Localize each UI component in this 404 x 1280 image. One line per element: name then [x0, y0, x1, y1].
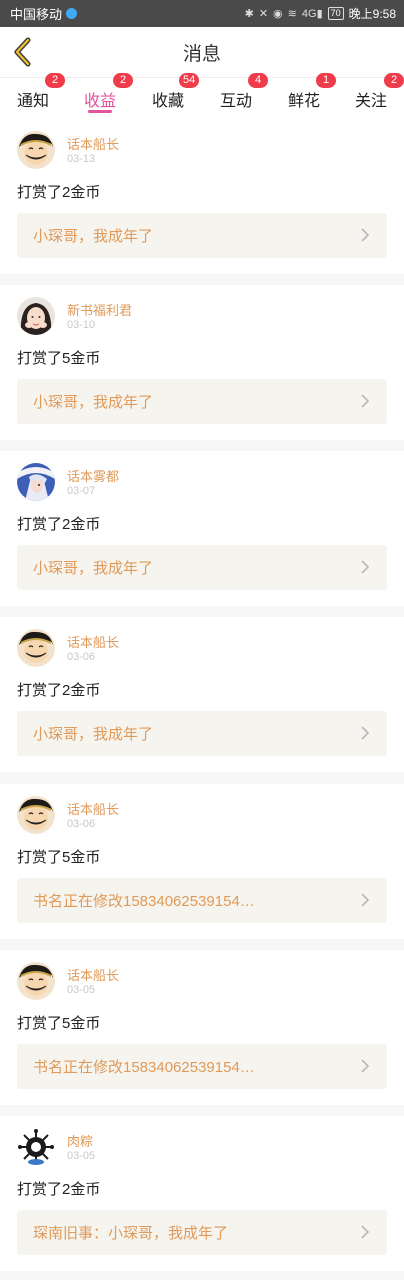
- luffy-avatar[interactable]: [17, 796, 55, 834]
- book-link[interactable]: 小琛哥，我成年了: [17, 545, 387, 590]
- tab-badge: 54: [179, 73, 200, 88]
- chevron-right-icon: [361, 394, 370, 408]
- book-link[interactable]: 书名正在修改15834062539154…: [17, 1044, 387, 1089]
- book-title: 琛南旧事：小琛哥，我成年了: [33, 1225, 229, 1242]
- reward-text: 打赏了2金币: [17, 1181, 101, 1198]
- message-card: 话本雾都 03-07 打赏了2金币 小琛哥，我成年了: [0, 451, 404, 606]
- girl-avatar[interactable]: [17, 297, 55, 335]
- reward-text: 打赏了5金币: [17, 1015, 101, 1032]
- back-button[interactable]: [10, 36, 36, 68]
- chevron-right-icon: [361, 893, 370, 907]
- signal-type: 4G: [301, 8, 317, 20]
- chevron-left-icon: [14, 37, 31, 67]
- anime-boy-avatar[interactable]: [17, 463, 55, 501]
- reward-text: 打赏了2金币: [17, 682, 101, 699]
- active-tab-indicator: [88, 110, 112, 113]
- tab-badge: 2: [113, 73, 133, 88]
- clock: 晚上9:58: [348, 7, 396, 21]
- username[interactable]: 话本船长: [67, 799, 119, 818]
- reward-text: 打赏了2金币: [17, 516, 101, 533]
- book-title: 小琛哥，我成年了: [33, 228, 154, 245]
- battery-icon: 70: [327, 7, 344, 20]
- book-title: 小琛哥，我成年了: [33, 394, 154, 411]
- username[interactable]: 话本船长: [67, 632, 119, 651]
- virus-avatar[interactable]: [17, 1128, 55, 1166]
- tab-interactions[interactable]: 互动 4: [213, 73, 268, 120]
- reward-text: 打赏了5金币: [17, 350, 101, 367]
- tab-label: 鲜花: [287, 93, 320, 110]
- tab-label: 互动: [219, 93, 252, 110]
- message-card: 话本船长 03-05 打赏了5金币 书名正在修改15834062539154…: [0, 950, 404, 1105]
- battery-level: 70: [330, 8, 341, 18]
- reward-text: 打赏了5金币: [17, 849, 101, 866]
- app-notification-icon: [66, 8, 78, 19]
- username[interactable]: 话本雾都: [67, 466, 119, 485]
- book-link[interactable]: 琛南旧事：小琛哥，我成年了: [17, 1210, 387, 1255]
- message-date: 03-05: [67, 1150, 96, 1162]
- username[interactable]: 话本船长: [67, 134, 119, 153]
- message-date: 03-07: [67, 485, 96, 497]
- message-date: 03-06: [67, 651, 96, 663]
- username[interactable]: 新书福利君: [67, 300, 132, 319]
- book-link[interactable]: 小琛哥，我成年了: [17, 213, 387, 258]
- message-card: 肉粽 03-05 打赏了2金币 琛南旧事：小琛哥，我成年了: [0, 1116, 404, 1271]
- chevron-right-icon: [361, 1059, 370, 1073]
- header: 消息: [0, 27, 404, 77]
- tab-label: 收益: [83, 93, 116, 110]
- reward-text: 打赏了2金币: [17, 184, 101, 201]
- tab-favorites[interactable]: 收藏 54: [145, 73, 200, 120]
- tab-label: 通知: [16, 93, 49, 110]
- book-title: 书名正在修改15834062539154…: [33, 1059, 255, 1076]
- chevron-right-icon: [361, 560, 370, 574]
- tab-flowers[interactable]: 鲜花 1: [281, 73, 336, 120]
- page-title: 消息: [182, 43, 221, 65]
- status-bar: 中国移动 ✱ ✕ ◉ ≋ 4G▮ 70 晚上9:58: [0, 0, 404, 27]
- luffy-avatar[interactable]: [17, 131, 55, 169]
- tab-label: 关注: [354, 93, 387, 110]
- username[interactable]: 肉粽: [67, 1131, 93, 1150]
- chevron-right-icon: [361, 1225, 370, 1239]
- message-card: 话本船长 03-06 打赏了5金币 书名正在修改15834062539154…: [0, 784, 404, 939]
- carrier-label: 中国移动: [10, 7, 63, 22]
- book-link[interactable]: 小琛哥，我成年了: [17, 711, 387, 756]
- tab-badge: 2: [45, 73, 65, 88]
- username[interactable]: 话本船长: [67, 965, 119, 984]
- message-date: 03-10: [67, 319, 96, 331]
- luffy-avatar[interactable]: [17, 629, 55, 667]
- luffy-avatar[interactable]: [17, 962, 55, 1000]
- chevron-right-icon: [361, 228, 370, 242]
- chevron-right-icon: [361, 726, 370, 740]
- message-date: 03-06: [67, 818, 96, 830]
- message-date: 03-05: [67, 984, 96, 996]
- book-title: 小琛哥，我成年了: [33, 560, 154, 577]
- bluetooth-icon: ✱: [244, 8, 254, 20]
- tab-badge: 1: [316, 73, 336, 88]
- book-title: 书名正在修改15834062539154…: [33, 893, 255, 910]
- tab-notifications[interactable]: 通知 2: [10, 73, 65, 120]
- tab-badge: 4: [248, 73, 268, 88]
- mute-icon: ✕: [258, 8, 269, 20]
- message-card: 新书福利君 03-10 打赏了5金币 小琛哥，我成年了: [0, 285, 404, 440]
- book-title: 小琛哥，我成年了: [33, 726, 154, 743]
- eye-icon: ◉: [273, 8, 283, 20]
- message-card: 话本船长 03-06 打赏了2金币 小琛哥，我成年了: [0, 617, 404, 772]
- tab-following[interactable]: 关注 2: [348, 73, 404, 120]
- book-link[interactable]: 小琛哥，我成年了: [17, 379, 387, 424]
- tab-earnings[interactable]: 收益 2: [77, 73, 133, 120]
- message-card: 话本船长 03-13 打赏了2金币 小琛哥，我成年了: [0, 119, 404, 274]
- tab-label: 收藏: [151, 93, 184, 110]
- message-date: 03-13: [67, 153, 96, 165]
- book-link[interactable]: 书名正在修改15834062539154…: [17, 878, 387, 923]
- tab-bar: 通知 2 收益 2 收藏 54 互动 4 鲜花 1 关注 2: [0, 73, 404, 120]
- tab-badge: 2: [384, 73, 404, 88]
- wifi-icon: ≋: [287, 8, 297, 20]
- signal-icon: 4G▮: [301, 8, 323, 20]
